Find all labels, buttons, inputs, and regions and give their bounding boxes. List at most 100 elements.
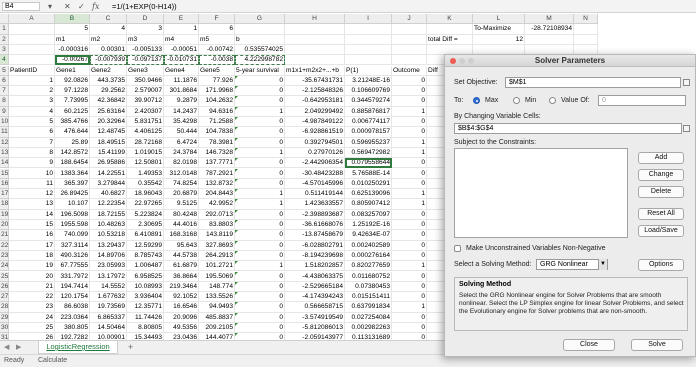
cell-h18[interactable]: 1.423633557	[285, 199, 345, 210]
cell-d9[interactable]: 2.420307	[127, 106, 164, 117]
solving-method-select[interactable]: GRG Nonlinear ▼	[536, 259, 608, 270]
add-sheet-button[interactable]: +	[128, 342, 133, 352]
cell-i28[interactable]: 0.637991834	[345, 302, 392, 313]
cell-f19[interactable]: 292.0713	[199, 209, 235, 220]
column-header-g[interactable]: G	[235, 14, 285, 25]
row-header[interactable]: 8	[0, 96, 9, 107]
cell-d5[interactable]: Gene3	[127, 65, 164, 76]
status-calculate[interactable]: Calculate	[38, 355, 67, 367]
cell-l2[interactable]: 12	[473, 34, 525, 45]
cell-c26[interactable]: 14.5552	[90, 281, 127, 293]
cell-b25[interactable]: 331.7972	[55, 271, 90, 282]
cell-n2[interactable]	[574, 34, 598, 45]
cell-k2[interactable]: total Diff =	[427, 34, 473, 45]
solve-button[interactable]: Solve	[631, 339, 683, 351]
cell-h3[interactable]	[285, 44, 345, 56]
max-radio[interactable]	[473, 97, 480, 104]
cell-c16[interactable]: 3.279844	[90, 178, 127, 190]
cell-g15[interactable]: 0	[235, 168, 285, 179]
cell-h28[interactable]: 0.566658715	[285, 302, 345, 313]
cell-e23[interactable]: 44.5738	[164, 250, 199, 262]
cell-b20[interactable]: 1955.598	[55, 220, 90, 231]
cell-h29[interactable]: -3.574919549	[285, 312, 345, 323]
row-header[interactable]: 2	[0, 34, 9, 45]
cell-d6[interactable]: 350.9466	[127, 75, 164, 87]
cell-i4[interactable]	[345, 55, 392, 66]
add-button[interactable]: Add	[638, 152, 684, 164]
cell-i30[interactable]: 0.002982263	[345, 323, 392, 334]
cell-i29[interactable]: 0.027254084	[345, 312, 392, 323]
cell-a27[interactable]: 22	[9, 292, 55, 303]
row-header[interactable]: 24	[0, 261, 9, 272]
cell-a11[interactable]: 6	[9, 127, 55, 138]
cell-d24[interactable]: 1.006487	[127, 261, 164, 272]
cell-b19[interactable]: 196.5098	[55, 209, 90, 220]
cell-e29[interactable]: 20.9096	[164, 312, 199, 323]
row-header[interactable]: 29	[0, 312, 9, 323]
cell-f2[interactable]: m5	[199, 34, 235, 45]
cell-f27[interactable]: 133.5526	[199, 292, 235, 303]
cell-i11[interactable]: 0.000978157	[345, 127, 392, 138]
cell-c24[interactable]: 23.05993	[90, 261, 127, 272]
cell-f26[interactable]: 148.774	[199, 281, 235, 293]
cell-j28[interactable]: 1	[392, 302, 427, 313]
row-header[interactable]: 19	[0, 209, 9, 220]
cell-i6[interactable]: 3.21248E-16	[345, 75, 392, 87]
cell-e4[interactable]: -0.010731	[164, 55, 199, 66]
cell-i9[interactable]: 0.885876817	[345, 106, 392, 117]
cell-c2[interactable]: m2	[90, 34, 127, 45]
cell-j25[interactable]: 0	[392, 271, 427, 282]
cell-j27[interactable]: 0	[392, 292, 427, 303]
cell-a7[interactable]: 2	[9, 86, 55, 97]
cell-e16[interactable]: 74.8254	[164, 178, 199, 190]
cell-b18[interactable]: 10.107	[55, 199, 90, 210]
cell-h21[interactable]: -13.87458679	[285, 230, 345, 241]
column-header-i[interactable]: I	[345, 14, 392, 25]
cell-f6[interactable]: 77.926	[199, 75, 235, 87]
cell-j30[interactable]: 0	[392, 323, 427, 334]
cell-e8[interactable]: 9.2879	[164, 96, 199, 107]
row-header[interactable]: 25	[0, 271, 9, 282]
cell-b4[interactable]: -0.00267	[55, 55, 90, 66]
cell-c5[interactable]: Gene2	[90, 65, 127, 76]
cell-d1[interactable]: 3	[127, 24, 164, 35]
cell-e21[interactable]: 168.3168	[164, 230, 199, 241]
cell-a4[interactable]	[9, 55, 55, 66]
row-header[interactable]: 12	[0, 137, 9, 148]
cell-j11[interactable]: 0	[392, 127, 427, 138]
cell-a8[interactable]: 3	[9, 96, 55, 107]
min-radio[interactable]	[513, 97, 520, 104]
cell-i13[interactable]: 0.569472982	[345, 147, 392, 159]
cell-c18[interactable]: 12.22354	[90, 199, 127, 210]
cell-i27[interactable]: 0.015151411	[345, 292, 392, 303]
cell-h25[interactable]: -4.438063375	[285, 271, 345, 282]
cell-h9[interactable]: 2.049299492	[285, 106, 345, 117]
column-header-b[interactable]: B	[55, 14, 90, 25]
cell-b14[interactable]: 188.6454	[55, 158, 90, 169]
cell-f18[interactable]: 42.9952	[199, 199, 235, 210]
column-header-c[interactable]: C	[90, 14, 127, 25]
cell-e18[interactable]: 9.5125	[164, 199, 199, 210]
row-header[interactable]: 21	[0, 230, 9, 241]
cell-c1[interactable]: 4	[90, 24, 127, 35]
cell-h8[interactable]: -0.642953181	[285, 96, 345, 107]
cell-h13[interactable]: 0.27970126	[285, 147, 345, 159]
cell-c8[interactable]: 42.36842	[90, 96, 127, 107]
row-header[interactable]: 10	[0, 117, 9, 128]
cell-c6[interactable]: 443.3735	[90, 75, 127, 87]
cell-a19[interactable]: 14	[9, 209, 55, 220]
cell-g12[interactable]: 0	[235, 137, 285, 148]
cell-c29[interactable]: 6.865337	[90, 312, 127, 323]
cell-d28[interactable]: 12.35771	[127, 302, 164, 313]
cell-a21[interactable]: 16	[9, 230, 55, 241]
cell-d29[interactable]: 11.74426	[127, 312, 164, 323]
row-header[interactable]: 11	[0, 127, 9, 138]
column-header-m[interactable]: M	[525, 14, 574, 25]
cell-d26[interactable]: 10.08993	[127, 281, 164, 293]
cell-i23[interactable]: 0.000276164	[345, 250, 392, 262]
cell-e22[interactable]: 95.643	[164, 240, 199, 251]
cell-h24[interactable]: 1.518202857	[285, 261, 345, 272]
cell-d22[interactable]: 12.59299	[127, 240, 164, 251]
cell-b28[interactable]: 86.6038	[55, 302, 90, 313]
cell-f28[interactable]: 94.9493	[199, 302, 235, 313]
